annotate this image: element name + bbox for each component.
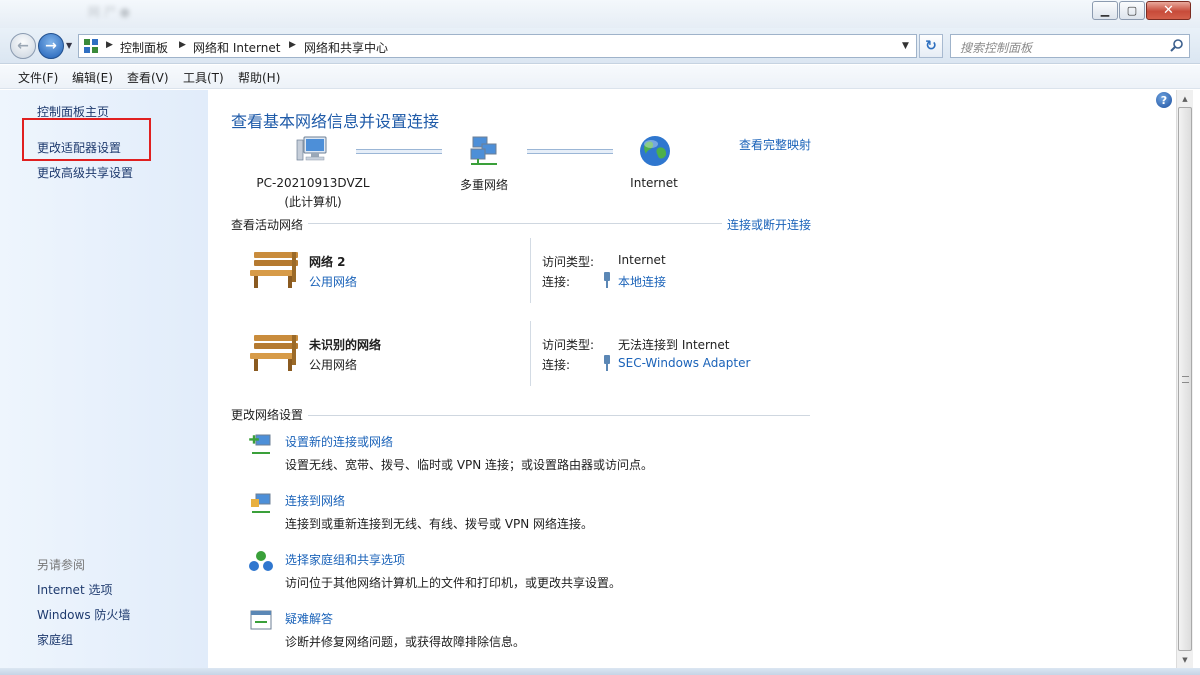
close-button[interactable]: ✕ xyxy=(1146,1,1191,20)
network-1-connection-key: 连接: xyxy=(542,275,571,289)
back-button[interactable]: ← xyxy=(10,33,36,59)
network-1-connection-link[interactable]: 本地连接 xyxy=(618,273,666,290)
see-also-header: 另请参阅 xyxy=(37,558,86,572)
window-bottom-edge xyxy=(0,668,1200,675)
menu-tools[interactable]: 工具(T) xyxy=(183,69,224,86)
network-2-connection-key: 连接: xyxy=(542,358,571,372)
forward-arrow-icon: → xyxy=(45,38,57,54)
task-setup-connection-link[interactable]: 设置新的连接或网络 xyxy=(285,433,393,450)
network-connector xyxy=(356,149,442,154)
minimize-icon: ▁ xyxy=(1100,4,1110,17)
network-2-access-key: 访问类型: xyxy=(542,338,595,352)
window-title: 网 尸 ● xyxy=(88,5,131,19)
crumb-network-internet[interactable]: 网络和 Internet xyxy=(193,39,280,56)
title-bar: 网 尸 ● ▁ ▢ ✕ xyxy=(0,0,1200,28)
control-panel-icon xyxy=(84,39,98,53)
crumb-separator[interactable]: ▶ xyxy=(289,40,296,50)
maximize-button[interactable]: ▢ xyxy=(1119,1,1145,20)
public-network-bench-icon xyxy=(250,252,298,288)
network-2-name: 未识别的网络 xyxy=(309,338,382,352)
network-1-name: 网络 2 xyxy=(309,255,346,269)
task-connect-network-desc: 连接到或重新连接到无线、有线、拨号或 VPN 网络连接。 xyxy=(285,517,594,531)
scroll-up-arrow-icon[interactable]: ▲ xyxy=(1177,90,1193,107)
public-network-bench-icon xyxy=(250,335,298,371)
minimize-button[interactable]: ▁ xyxy=(1092,1,1118,20)
task-homegroup-desc: 访问位于其他网络计算机上的文件和打印机，或更改共享设置。 xyxy=(285,576,622,590)
new-connection-icon xyxy=(249,434,271,454)
address-toolbar: ← → ▼ ▶ 控制面板 ▶ 网络和 Internet ▶ 网络和共享中心 ▼ … xyxy=(0,28,1200,64)
node-computer-label: PC-20210913DVZL xyxy=(256,176,370,190)
connect-to-network-icon xyxy=(251,493,271,513)
address-history-dropdown[interactable]: ▼ xyxy=(902,41,909,51)
forward-button[interactable]: → xyxy=(38,33,64,59)
network-2-access-value: 无法连接到 Internet xyxy=(618,338,730,352)
breadcrumb[interactable]: ▶ 控制面板 ▶ 网络和 Internet ▶ 网络和共享中心 ▼ xyxy=(78,34,917,58)
crumb-separator[interactable]: ▶ xyxy=(179,40,186,50)
network-1-access-key: 访问类型: xyxy=(542,255,595,269)
task-troubleshoot-desc: 诊断并修复网络问题，或获得故障排除信息。 xyxy=(285,635,526,649)
sidebar: 控制面板主页 更改适配器设置 更改高级共享设置 另请参阅 Internet 选项… xyxy=(0,90,208,668)
menu-view[interactable]: 查看(V) xyxy=(127,69,169,86)
task-troubleshoot-link[interactable]: 疑难解答 xyxy=(285,610,333,627)
node-computer-sub: (此计算机) xyxy=(284,195,342,209)
scrollbar-grip-icon xyxy=(1182,376,1189,383)
network-2-divider xyxy=(530,321,531,386)
network-1-category-link[interactable]: 公用网络 xyxy=(309,273,357,290)
sidebar-link-windows-firewall[interactable]: Windows 防火墙 xyxy=(37,606,130,623)
refresh-button[interactable]: ↻ xyxy=(919,34,943,58)
recent-pages-dropdown[interactable]: ▼ xyxy=(66,41,72,50)
page-title: 查看基本网络信息并设置连接 xyxy=(231,112,440,131)
sidebar-link-advanced-sharing[interactable]: 更改高级共享设置 xyxy=(37,164,133,181)
menu-help[interactable]: 帮助(H) xyxy=(238,69,280,86)
menu-bar: 文件(F) 编辑(E) 查看(V) 工具(T) 帮助(H) xyxy=(0,65,1200,89)
menu-file[interactable]: 文件(F) xyxy=(18,69,58,86)
search-placeholder: 搜索控制面板 xyxy=(960,41,1033,55)
scroll-down-arrow-icon[interactable]: ▼ xyxy=(1177,651,1193,668)
change-settings-header: 更改网络设置 xyxy=(231,408,304,422)
node-multiple-networks-label: 多重网络 xyxy=(459,178,508,192)
task-homegroup-link[interactable]: 选择家庭组和共享选项 xyxy=(285,551,405,568)
network-2-connection-link[interactable]: SEC-Windows Adapter xyxy=(618,356,750,370)
internet-globe-icon[interactable] xyxy=(638,134,672,168)
connect-disconnect-link[interactable]: 连接或断开连接 xyxy=(727,216,811,233)
task-connect-network-link[interactable]: 连接到网络 xyxy=(285,492,345,509)
active-networks-header: 查看活动网络 xyxy=(231,218,304,232)
sidebar-link-internet-options[interactable]: Internet 选项 xyxy=(37,581,112,598)
homegroup-icon xyxy=(249,551,273,571)
node-internet-label: Internet xyxy=(630,176,678,190)
network-1-divider xyxy=(530,238,531,303)
main-content: ? 查看基本网络信息并设置连接 PC-20210913DVZL (此计算机) 多… xyxy=(208,90,1176,668)
scrollbar-thumb[interactable] xyxy=(1178,107,1192,651)
troubleshoot-icon xyxy=(250,610,272,630)
menu-edit[interactable]: 编辑(E) xyxy=(72,69,113,86)
section-divider xyxy=(308,223,722,224)
refresh-icon: ↻ xyxy=(925,38,937,54)
crumb-control-panel[interactable]: 控制面板 xyxy=(120,39,168,56)
help-icon[interactable]: ? xyxy=(1156,92,1172,108)
ethernet-plug-icon xyxy=(604,355,610,371)
task-setup-connection-desc: 设置无线、宽带、拨号、临时或 VPN 连接；或设置路由器或访问点。 xyxy=(285,458,654,472)
view-full-map-link[interactable]: 查看完整映射 xyxy=(739,136,811,153)
multiple-networks-icon[interactable] xyxy=(467,134,501,168)
ethernet-plug-icon xyxy=(604,272,610,288)
computer-icon[interactable] xyxy=(296,134,330,168)
back-arrow-icon: ← xyxy=(17,38,29,54)
highlight-box xyxy=(22,118,151,161)
search-input[interactable]: 搜索控制面板 xyxy=(950,34,1190,58)
sidebar-link-homegroup[interactable]: 家庭组 xyxy=(37,631,73,648)
network-1-access-value: Internet xyxy=(618,253,666,267)
network-2-category: 公用网络 xyxy=(309,358,358,372)
search-icon[interactable] xyxy=(1170,38,1184,52)
maximize-icon: ▢ xyxy=(1126,4,1138,17)
vertical-scrollbar[interactable]: ▲ ▼ xyxy=(1176,90,1193,668)
crumb-network-sharing-center[interactable]: 网络和共享中心 xyxy=(304,39,388,56)
section-divider xyxy=(308,415,810,416)
network-connector xyxy=(527,149,613,154)
crumb-separator[interactable]: ▶ xyxy=(106,40,113,50)
close-icon: ✕ xyxy=(1163,3,1174,18)
